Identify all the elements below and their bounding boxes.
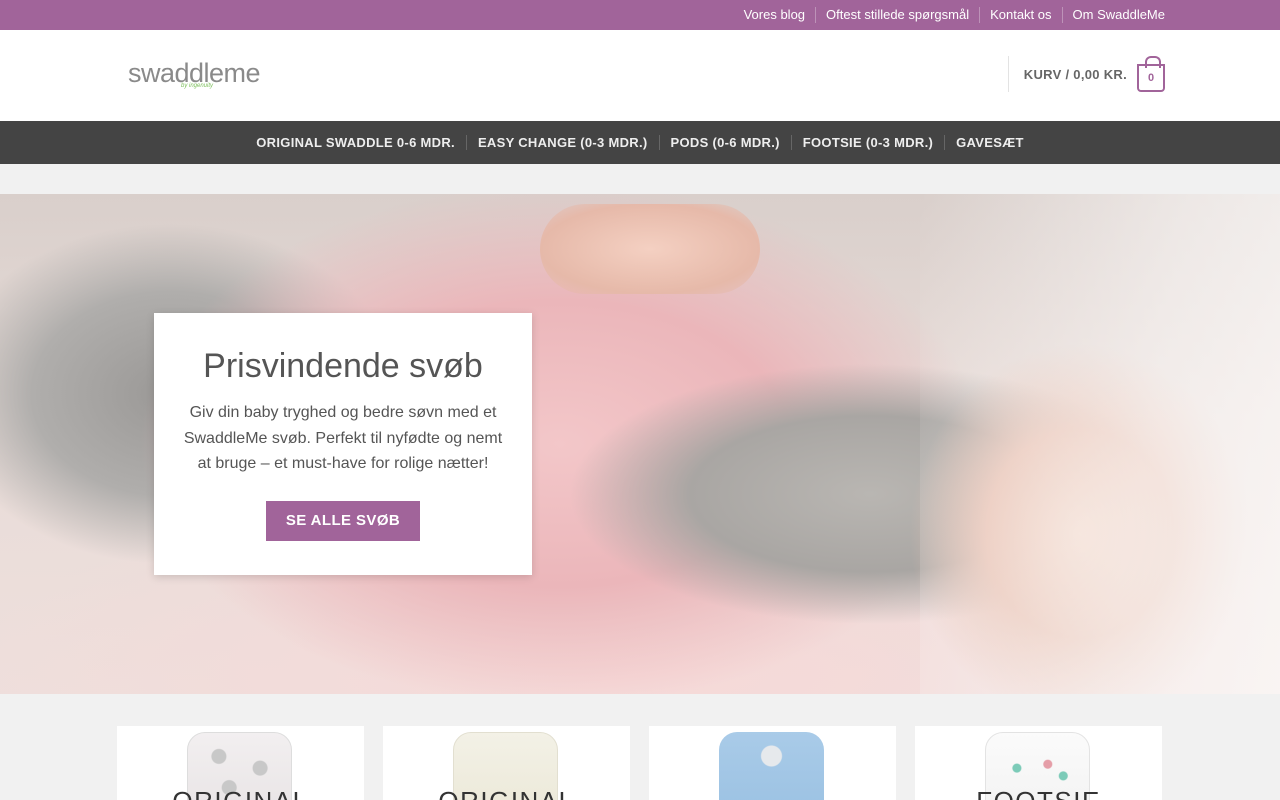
hero-text: Giv din baby tryghed og bedre søvn med e… [183,404,503,472]
top-link-contact[interactable]: Kontakt os [979,7,1061,23]
nav-item-gift-sets[interactable]: GAVESÆT [944,135,1035,150]
main-nav: ORIGINAL SWADDLE 0-6 MDR. EASY CHANGE (0… [0,121,1280,164]
header: swaddleme by ingenuity KURV / 0,00 KR. 0 [0,30,1280,121]
product-categories: ORIGINAL ORIGINAL FOOTSIE [0,726,1280,800]
product-card[interactable]: ORIGINAL [117,726,364,800]
nav-item-pods[interactable]: PODS (0-6 MDR.) [658,135,791,150]
cart-bag-icon: 0 [1137,56,1165,92]
nav-item-easy-change[interactable]: EASY CHANGE (0-3 MDR.) [465,135,659,150]
logo-subtext: by ingenuity [181,83,214,89]
product-card[interactable] [649,726,896,800]
product-card[interactable]: FOOTSIE [915,726,1162,800]
top-links: Vores blog Oftest stillede spørgsmål Kon… [734,0,1165,30]
nav-item-footsie[interactable]: FOOTSIE (0-3 MDR.) [790,135,944,150]
top-link-about[interactable]: Om SwaddleMe [1061,7,1165,23]
cart-count: 0 [1147,72,1155,84]
product-title: ORIGINAL [117,786,364,800]
hero-title: Prisvindende svøb [203,347,483,385]
hero-image-detail [540,204,760,294]
cart-button[interactable]: KURV / 0,00 KR. 0 [1007,56,1165,92]
product-title: FOOTSIE [915,786,1162,800]
nav-item-original-swaddle[interactable]: ORIGINAL SWADDLE 0-6 MDR. [245,135,466,150]
logo[interactable]: swaddleme by ingenuity [128,58,268,94]
see-all-swaddles-button[interactable]: SE ALLE SVØB [265,500,421,541]
top-link-blog[interactable]: Vores blog [734,7,815,23]
product-title: ORIGINAL [383,786,630,800]
product-card[interactable]: ORIGINAL [383,726,630,800]
hero-image-detail [920,194,1280,694]
product-image [719,732,824,800]
cart-label: KURV / 0,00 KR. [1023,66,1127,82]
top-bar: Vores blog Oftest stillede spørgsmål Kon… [0,0,1280,30]
top-link-faq[interactable]: Oftest stillede spørgsmål [815,7,979,23]
hero-banner: Prisvindende svøb Giv din baby tryghed o… [0,194,1280,694]
hero-card: Prisvindende svøb Giv din baby tryghed o… [154,313,532,575]
